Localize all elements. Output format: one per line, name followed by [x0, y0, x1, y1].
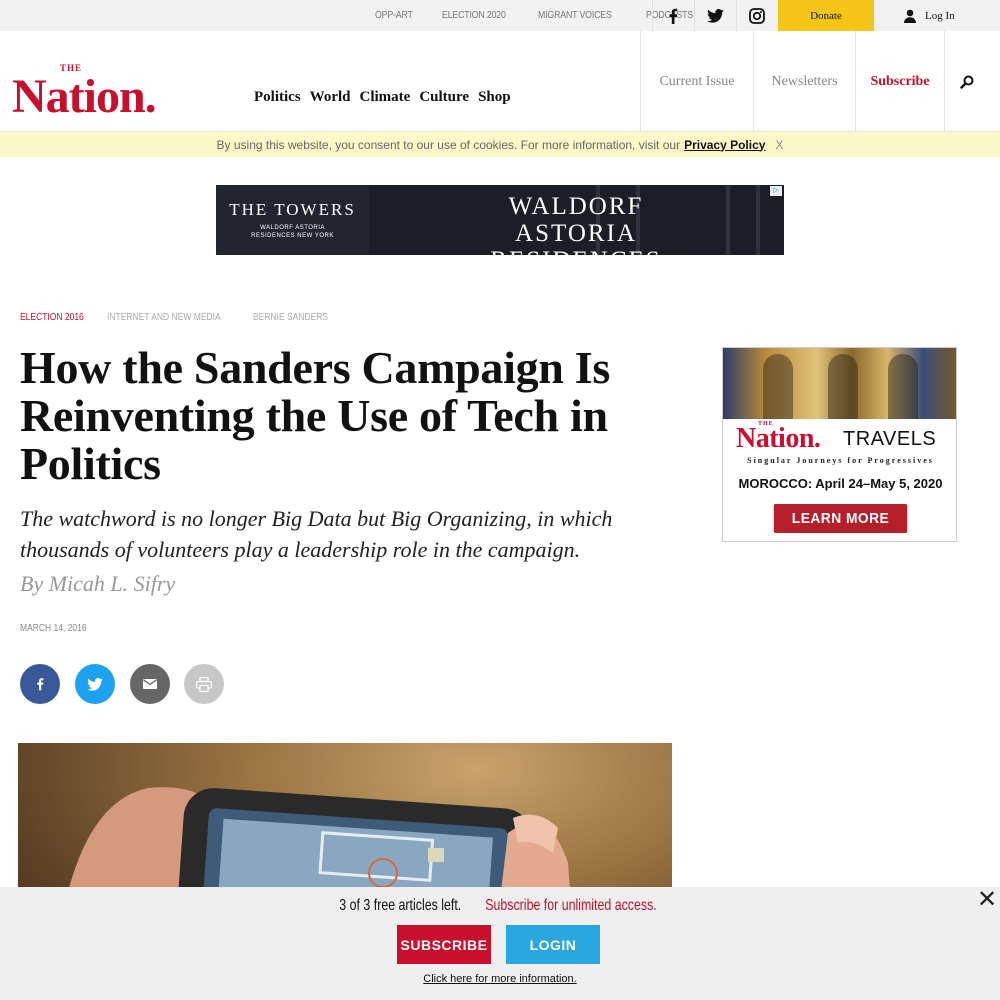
- facebook-icon[interactable]: [652, 0, 693, 31]
- article-tags: ELECTION 2016 INTERNET AND NEW MEDIA BER…: [20, 312, 341, 323]
- print-button[interactable]: [184, 664, 224, 704]
- search-button[interactable]: [944, 31, 988, 132]
- twitter-icon: [87, 677, 103, 691]
- ad-trip-dates: MOROCCO: April 24–May 5, 2020: [738, 476, 943, 491]
- ad-travels-label: TRAVELS: [843, 428, 937, 450]
- email-icon: [143, 679, 157, 689]
- facebook-icon: [37, 678, 44, 691]
- utility-link-migrant-voices[interactable]: MIGRANT VOICES: [538, 10, 612, 21]
- site-header: THE Nation. Politics World Climate Cultu…: [0, 31, 1000, 132]
- paywall-cta-text[interactable]: Subscribe for unlimited access.: [485, 897, 656, 915]
- ad-logo-the: THE: [758, 421, 774, 427]
- login-label: Log In: [925, 9, 955, 22]
- print-icon: [196, 676, 212, 692]
- article-date: MARCH 14, 2016: [20, 623, 87, 634]
- ad-towers-panel: THE TOWERS WALDORF ASTORIA RESIDENCES NE…: [216, 185, 369, 255]
- twitter-icon[interactable]: [694, 0, 735, 31]
- share-twitter-button[interactable]: [75, 664, 115, 704]
- newsletters-link[interactable]: Newsletters: [753, 31, 855, 132]
- utility-bar: OPP-ART ELECTION 2020 MIGRANT VOICES POD…: [0, 0, 1000, 31]
- privacy-policy-link[interactable]: Privacy Policy: [684, 138, 765, 152]
- article-dek: The watchword is no longer Big Data but …: [20, 506, 613, 562]
- ad-logo-text: Nation.: [736, 423, 821, 454]
- ad-towers-subtitle: WALDORF ASTORIA RESIDENCES NEW YORK: [251, 225, 334, 239]
- nav-world[interactable]: World: [310, 89, 351, 106]
- instagram-icon[interactable]: [736, 0, 777, 31]
- ad-arch: [763, 354, 793, 419]
- share-facebook-button[interactable]: [20, 664, 60, 704]
- cookie-text: By using this website, you consent to ou…: [216, 137, 681, 152]
- nav-shop[interactable]: Shop: [478, 89, 511, 106]
- nav-culture[interactable]: Culture: [419, 89, 469, 106]
- donate-button[interactable]: Donate: [778, 0, 874, 31]
- adchoices-icon[interactable]: ▷: [770, 186, 782, 196]
- ad-arch: [828, 354, 858, 419]
- nav-politics[interactable]: Politics: [254, 89, 301, 106]
- ad-stripe: [726, 185, 730, 255]
- tag-bernie-sanders[interactable]: BERNIE SANDERS: [253, 312, 328, 323]
- utility-link-election-2020[interactable]: ELECTION 2020: [442, 10, 506, 21]
- main-nav: Politics World Climate Culture Shop: [254, 89, 511, 106]
- paywall-message: 3 of 3 free articles left. Subscribe for…: [0, 897, 1000, 915]
- paywall-subscribe-button[interactable]: SUBSCRIBE: [397, 925, 491, 964]
- article-headline: How the Sanders Campaign Is Reinventing …: [20, 342, 610, 489]
- nation-travels-ad[interactable]: THE Nation. TRAVELS Singular Journeys fo…: [722, 347, 957, 542]
- nav-climate[interactable]: Climate: [360, 89, 411, 106]
- user-icon: [904, 9, 916, 23]
- tag-internet-new-media[interactable]: INTERNET AND NEW MEDIA: [107, 312, 221, 323]
- paywall-bar: 3 of 3 free articles left. Subscribe for…: [0, 887, 1000, 1000]
- paywall-info-link[interactable]: Click here for more information.: [0, 973, 1000, 985]
- paywall-login-button[interactable]: LOGIN: [506, 925, 600, 964]
- cookie-close-button[interactable]: X: [775, 138, 783, 152]
- ad-towers-title: THE TOWERS: [229, 200, 356, 219]
- close-icon[interactable]: ✕: [976, 888, 998, 912]
- ad-arch: [888, 354, 918, 419]
- utility-links: OPP-ART ELECTION 2020 MIGRANT VOICES POD…: [375, 0, 699, 31]
- top-banner-ad[interactable]: THE TOWERS WALDORF ASTORIA RESIDENCES NE…: [216, 185, 784, 255]
- logo-the: THE: [60, 63, 83, 73]
- login-link[interactable]: Log In: [903, 0, 955, 31]
- utility-link-opp-art[interactable]: OPP-ART: [375, 10, 413, 21]
- search-icon: [959, 75, 973, 89]
- ad-tagline: Singular Journeys for Progressives: [747, 456, 934, 465]
- tag-election-2016[interactable]: ELECTION 2016: [20, 312, 84, 323]
- subscribe-link[interactable]: Subscribe: [855, 31, 944, 132]
- ad-waldorf-title: WALDORF ASTORIA RESIDENCES: [490, 193, 659, 255]
- ad-stripe: [756, 185, 760, 255]
- cookie-notice: By using this website, you consent to ou…: [0, 132, 1000, 157]
- ad-nation-logo: THE Nation.: [736, 421, 821, 455]
- learn-more-button[interactable]: LEARN MORE: [773, 504, 908, 533]
- ad-morocco-image: [723, 348, 956, 419]
- logo-text: Nation.: [12, 70, 157, 123]
- article-byline[interactable]: By Micah L. Sifry: [20, 571, 175, 597]
- nation-logo[interactable]: THE Nation.: [12, 63, 157, 124]
- articles-left-count: 3 of 3 free articles left.: [339, 897, 462, 914]
- share-email-button[interactable]: [130, 664, 170, 704]
- current-issue-link[interactable]: Current Issue: [640, 31, 753, 132]
